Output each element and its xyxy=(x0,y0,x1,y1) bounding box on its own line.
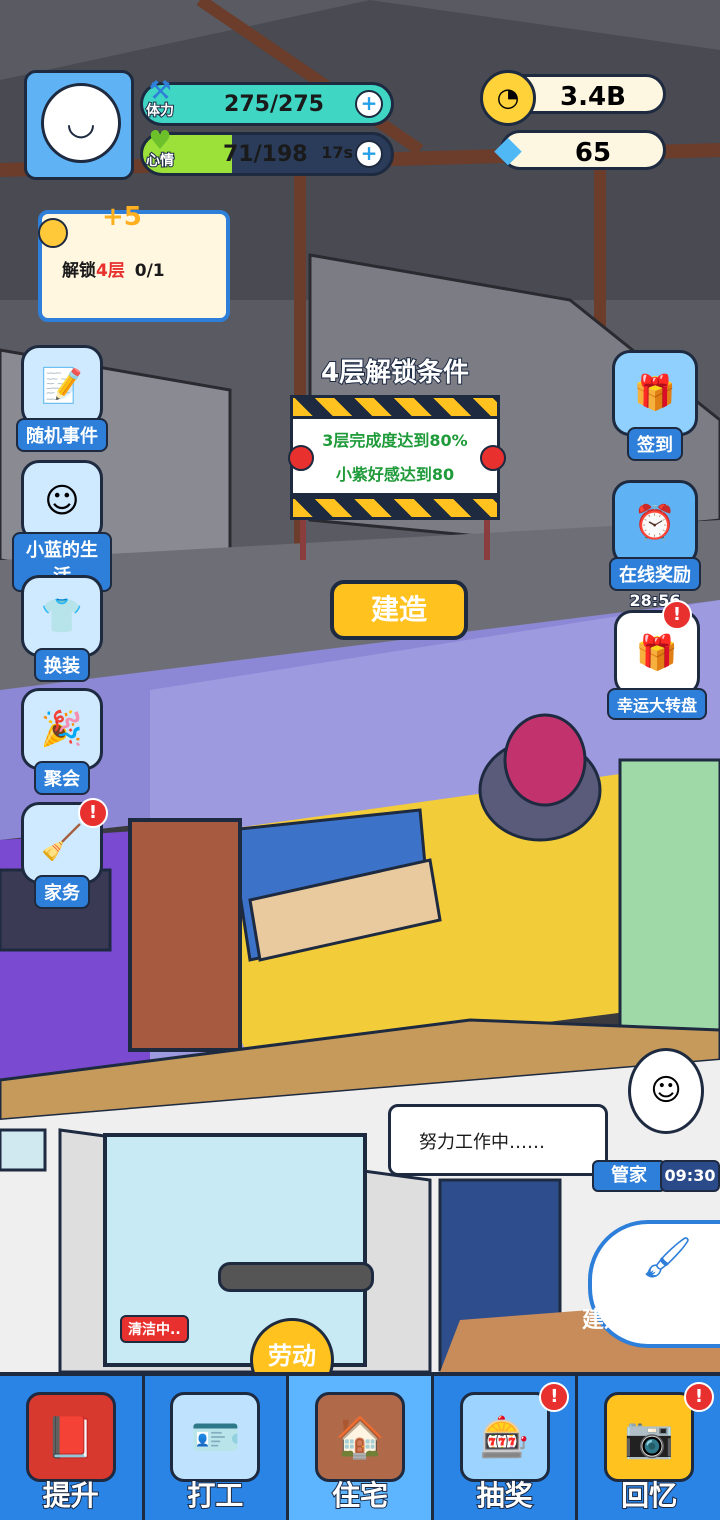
mood-timer: 17s xyxy=(321,143,353,162)
book-icon: 📕 xyxy=(25,1392,116,1482)
unlock-conditions-sign: 4层解锁条件 3层完成度达到80% 小紫好感达到80 xyxy=(290,352,500,560)
online-reward-button[interactable]: ⏰ 在线奖励 28:56 xyxy=(600,480,710,611)
nav-memories[interactable]: 📷 回忆 ! xyxy=(578,1376,720,1520)
avatar-face-icon: ◡ xyxy=(41,83,121,163)
unlock-board: 3层完成度达到80% 小紫好感达到80 xyxy=(290,419,500,496)
nav-home[interactable]: 🏠 住宅 xyxy=(289,1376,434,1520)
hazard-stripe-bottom xyxy=(290,496,500,520)
nav-upgrade[interactable]: 📕 提升 xyxy=(0,1376,145,1520)
menu-party[interactable]: 🎉 聚会 xyxy=(12,688,112,795)
stamina-label: 体力 xyxy=(145,102,175,120)
menu-chores-label: 家务 xyxy=(34,875,90,909)
coin-icon[interactable]: ◔ xyxy=(480,70,536,126)
menu-random-events-label: 随机事件 xyxy=(16,418,108,452)
mood-plus-button[interactable]: + xyxy=(355,140,383,168)
quest-text-prefix: 解锁 xyxy=(62,261,96,281)
nav-memories-label: 回忆 xyxy=(620,1478,678,1513)
quest-text-highlight: 4层 xyxy=(96,261,125,281)
mood-label: 心情 xyxy=(145,152,175,170)
lucky-wheel-button[interactable]: 🎁 幸运大转盘 ! xyxy=(602,600,712,720)
nav-lottery-label: 抽奖 xyxy=(476,1478,534,1513)
menu-dress-up-label: 换装 xyxy=(34,648,90,682)
nav-upgrade-label: 提升 xyxy=(42,1478,100,1513)
lucky-wheel-label: 幸运大转盘 xyxy=(606,688,707,720)
warning-light-icon xyxy=(288,445,314,471)
menu-chores[interactable]: 🧹 家务 ! xyxy=(12,798,112,909)
nav-work-label: 打工 xyxy=(186,1478,244,1513)
nav-work[interactable]: 🪪 打工 xyxy=(144,1376,290,1520)
lucky-wheel-alert-badge: ! xyxy=(662,600,692,630)
face-icon: ☺ xyxy=(21,460,103,542)
dumbbell-icon: ⚒ 体力 xyxy=(136,76,184,124)
cleaning-progress-bar xyxy=(218,1262,374,1292)
gift-box-icon: 🎁 xyxy=(612,350,698,436)
stamina-plus-button[interactable]: + xyxy=(355,90,383,118)
menu-party-label: 聚会 xyxy=(34,761,90,795)
paint-roller-icon: 🖌 xyxy=(641,1235,693,1281)
chores-alert-badge: ! xyxy=(78,798,108,828)
nav-lottery[interactable]: 🎰 抽奖 ! xyxy=(433,1376,579,1520)
butler-speech-bubble: 努力工作中…… xyxy=(388,1104,608,1176)
gacha-machine-icon: 🎰 xyxy=(459,1392,550,1482)
house-icon: 🏠 xyxy=(314,1392,405,1482)
quest-progress: 0/1 xyxy=(134,261,165,281)
warning-light-icon xyxy=(480,445,506,471)
quest-reward: +5 xyxy=(102,202,142,232)
quest-text: 解锁4层 0/1 xyxy=(62,256,165,281)
notebook-icon: 📝 xyxy=(21,345,103,427)
build-button[interactable]: 建造 xyxy=(330,580,468,640)
camera-icon: 📷 xyxy=(604,1392,695,1482)
unlock-condition-1: 3层完成度达到80% xyxy=(322,431,468,450)
shirt-icon: 👕 xyxy=(21,575,103,657)
signin-button[interactable]: 🎁 签到 xyxy=(600,350,710,461)
heart-icon: ♥ 心情 xyxy=(136,126,184,174)
bottom-nav: 📕 提升 🪪 打工 🏠 住宅 🎰 抽奖 ! 📷 回忆 ! xyxy=(0,1372,720,1520)
sign-stand xyxy=(300,520,490,560)
online-reward-label: 在线奖励 xyxy=(609,557,701,591)
menu-xiaolan-life[interactable]: ☺ 小蓝的生活 xyxy=(12,460,112,592)
player-avatar[interactable]: ◡ xyxy=(24,70,134,180)
game-scene: ◡ 275/275 + ⚒ 体力 71/198 17s + ♥ 心情 3.4B … xyxy=(0,0,720,1520)
butler-timer: 09:30 xyxy=(660,1160,720,1192)
butler-label[interactable]: 管家 xyxy=(592,1160,666,1192)
build-mode-label: 建造模式 xyxy=(582,1308,671,1333)
butler-avatar[interactable]: ☺ xyxy=(628,1048,704,1134)
menu-random-events[interactable]: 📝 随机事件 xyxy=(12,345,112,452)
online-reward-timer: 28:56 xyxy=(629,590,682,611)
nav-home-label: 住宅 xyxy=(331,1478,389,1513)
clock-icon: ⏰ xyxy=(612,480,698,566)
menu-dress-up[interactable]: 👕 换装 xyxy=(12,575,112,682)
memories-alert-badge: ! xyxy=(683,1382,714,1412)
party-popper-icon: 🎉 xyxy=(21,688,103,770)
lightbulb-icon xyxy=(38,218,68,248)
diamond-icon[interactable]: ◆ xyxy=(484,126,532,174)
cleaning-tag: 清洁中.. xyxy=(120,1315,189,1343)
unlock-title: 4层解锁条件 xyxy=(320,357,470,389)
id-card-icon: 🪪 xyxy=(170,1392,261,1482)
lottery-alert-badge: ! xyxy=(539,1382,570,1412)
signin-label: 签到 xyxy=(627,427,683,461)
unlock-condition-2: 小紫好感达到80 xyxy=(335,465,455,484)
hazard-stripe-top xyxy=(290,395,500,419)
